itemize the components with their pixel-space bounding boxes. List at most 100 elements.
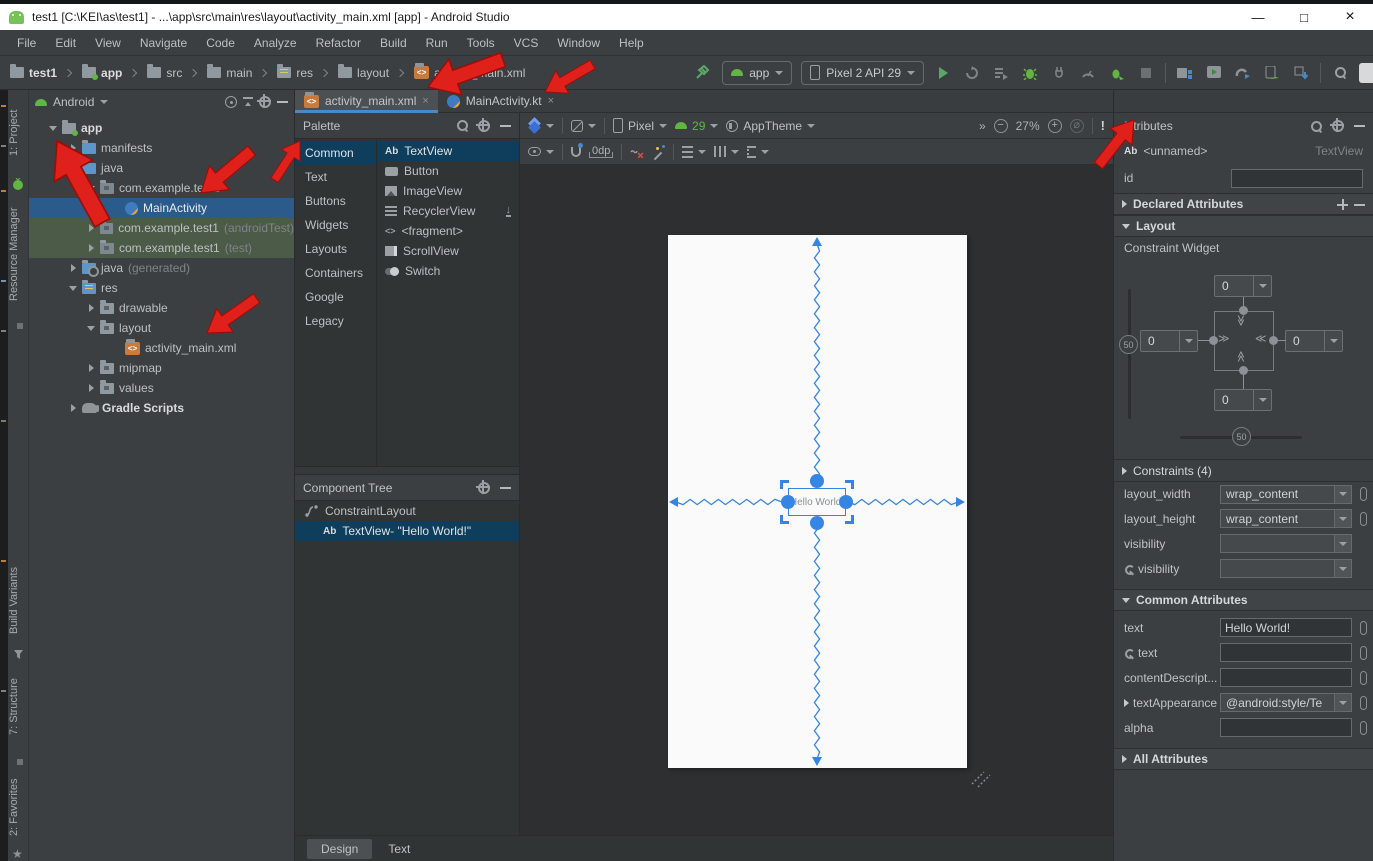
warnings-panel-icon[interactable]: ! xyxy=(1101,118,1105,133)
project-structure-button[interactable] xyxy=(1175,63,1195,83)
apply-code-changes-button[interactable] xyxy=(1107,63,1127,83)
tree-item-java[interactable]: java xyxy=(29,158,294,178)
orientation-select[interactable] xyxy=(571,120,596,132)
text-appearance-select[interactable]: @android:style/Te xyxy=(1220,693,1352,712)
breadcrumb-app[interactable]: app xyxy=(101,66,122,80)
search-everywhere-button[interactable] xyxy=(1330,63,1350,83)
hide-panel-icon[interactable] xyxy=(500,125,511,127)
device-canvas[interactable]: Hello World! xyxy=(668,235,967,768)
tab-mainactivity-kt[interactable]: MainActivity.kt × xyxy=(438,90,563,112)
tree-item-mipmap[interactable]: mipmap xyxy=(29,358,294,378)
menu-build[interactable]: Build xyxy=(371,33,416,53)
maximize-button[interactable]: □ xyxy=(1281,5,1327,29)
breadcrumb-test1[interactable]: test1 xyxy=(29,66,57,80)
tree-item-gradle-scripts[interactable]: Gradle Scripts xyxy=(29,398,294,418)
favorites-star-icon[interactable]: ★ xyxy=(12,848,25,861)
palette-category-containers[interactable]: Containers xyxy=(295,261,376,285)
gear-icon[interactable] xyxy=(478,120,490,132)
default-margin-button[interactable]: 0dp xyxy=(589,145,613,158)
gear-icon[interactable] xyxy=(1332,120,1344,132)
constraint-dot-right[interactable] xyxy=(1269,336,1278,345)
tools-visibility-select[interactable] xyxy=(1220,559,1352,578)
tab-text[interactable]: Text xyxy=(374,839,424,859)
tool-button-project[interactable]: 1: Project xyxy=(8,97,29,169)
palette-category-legacy[interactable]: Legacy xyxy=(295,309,376,333)
breadcrumb-res[interactable]: res xyxy=(296,66,313,80)
breadcrumb-src[interactable]: src xyxy=(166,66,182,80)
tool-button-favorites[interactable]: 2: Favorites xyxy=(8,768,29,846)
project-tool-icon[interactable] xyxy=(12,178,25,191)
device-in-editor-select[interactable]: Pixel xyxy=(613,118,667,133)
run-configuration-select[interactable]: app xyxy=(722,61,792,85)
palette-category-widgets[interactable]: Widgets xyxy=(295,213,376,237)
section-all-attributes[interactable]: All Attributes xyxy=(1114,748,1373,770)
add-attribute-icon[interactable] xyxy=(1337,199,1348,210)
constraint-dot-top[interactable] xyxy=(1239,306,1248,315)
breadcrumb-main[interactable]: main xyxy=(226,66,252,80)
horizontal-bias-value[interactable]: 50 xyxy=(1232,427,1251,446)
alpha-input[interactable] xyxy=(1220,718,1352,737)
expand-icon[interactable] xyxy=(87,304,95,312)
menu-view[interactable]: View xyxy=(86,33,130,53)
tree-item-activity-main-xml[interactable]: <> activity_main.xml xyxy=(29,338,294,358)
align-select[interactable] xyxy=(714,146,739,157)
canvas-resize-handle[interactable] xyxy=(968,768,994,790)
visibility-select[interactable] xyxy=(1220,534,1352,553)
palette-item-button[interactable]: Button xyxy=(377,161,519,181)
margin-right-select[interactable]: 0 xyxy=(1285,330,1343,352)
expand-icon[interactable] xyxy=(87,184,95,192)
palette-category-google[interactable]: Google xyxy=(295,285,376,309)
tool-button-build-variants[interactable]: Build Variants xyxy=(8,556,29,644)
selection-corner[interactable] xyxy=(845,515,854,524)
guidelines-select[interactable] xyxy=(747,146,769,158)
palette-item-scrollview[interactable]: ScrollView xyxy=(377,241,519,261)
menu-vcs[interactable]: VCS xyxy=(505,33,548,53)
expand-icon[interactable] xyxy=(87,364,95,372)
sdk-manager-button[interactable] xyxy=(1291,63,1311,83)
stop-button[interactable] xyxy=(1136,63,1156,83)
tools-text-input[interactable] xyxy=(1220,643,1352,662)
project-view-selector[interactable]: Android xyxy=(53,95,94,109)
clear-constraints-button[interactable] xyxy=(630,146,644,158)
gear-icon[interactable] xyxy=(259,96,271,108)
attach-debugger-button[interactable] xyxy=(1049,63,1069,83)
section-common-attributes[interactable]: Common Attributes xyxy=(1114,589,1373,611)
toggle-pill-icon[interactable] xyxy=(1360,696,1367,710)
breadcrumb-activity-main[interactable]: activity_main.xml xyxy=(434,66,525,80)
menu-edit[interactable]: Edit xyxy=(46,33,85,53)
toggle-pill-icon[interactable] xyxy=(1360,721,1367,735)
locate-file-icon[interactable] xyxy=(225,96,237,108)
tree-item-manifests[interactable]: manifests xyxy=(29,138,294,158)
tree-item-package-test[interactable]: com.example.test1 (test) xyxy=(29,238,294,258)
expand-icon[interactable] xyxy=(69,264,77,272)
hide-panel-icon[interactable] xyxy=(500,487,511,489)
design-mode-select[interactable] xyxy=(528,119,554,132)
panel-splitter[interactable] xyxy=(295,466,519,475)
id-input[interactable] xyxy=(1231,169,1363,188)
expand-icon[interactable] xyxy=(87,384,95,392)
tree-item-package[interactable]: com.example.test1 xyxy=(29,178,294,198)
build-hammer-icon[interactable] xyxy=(693,63,713,83)
selection-corner[interactable] xyxy=(845,480,854,489)
expand-icon[interactable] xyxy=(87,244,95,252)
collapse-all-icon[interactable] xyxy=(243,97,253,107)
palette-item-switch[interactable]: Switch xyxy=(377,261,519,281)
gear-icon[interactable] xyxy=(478,482,490,494)
constraint-anchor-right[interactable] xyxy=(839,495,853,509)
section-declared-attributes[interactable]: Declared Attributes xyxy=(1114,193,1373,215)
palette-item-fragment[interactable]: <> <fragment> xyxy=(377,221,519,241)
run-with-coverage-button[interactable] xyxy=(991,63,1011,83)
profiler-button[interactable] xyxy=(1078,63,1098,83)
constraint-dot-left[interactable] xyxy=(1209,336,1218,345)
menu-tools[interactable]: Tools xyxy=(458,33,504,53)
selected-textview[interactable]: Hello World! xyxy=(788,488,846,516)
toggle-pill-icon[interactable] xyxy=(1360,512,1367,526)
download-icon[interactable]: ↓ xyxy=(506,205,512,217)
close-button[interactable]: × xyxy=(1327,5,1373,29)
remove-attribute-icon[interactable] xyxy=(1354,199,1365,210)
constraint-anchor-left[interactable] xyxy=(781,495,795,509)
tree-item-res[interactable]: res xyxy=(29,278,294,298)
palette-category-common[interactable]: Common xyxy=(295,141,376,165)
margin-top-select[interactable]: 0 xyxy=(1214,275,1272,297)
menu-run[interactable]: Run xyxy=(417,33,457,53)
